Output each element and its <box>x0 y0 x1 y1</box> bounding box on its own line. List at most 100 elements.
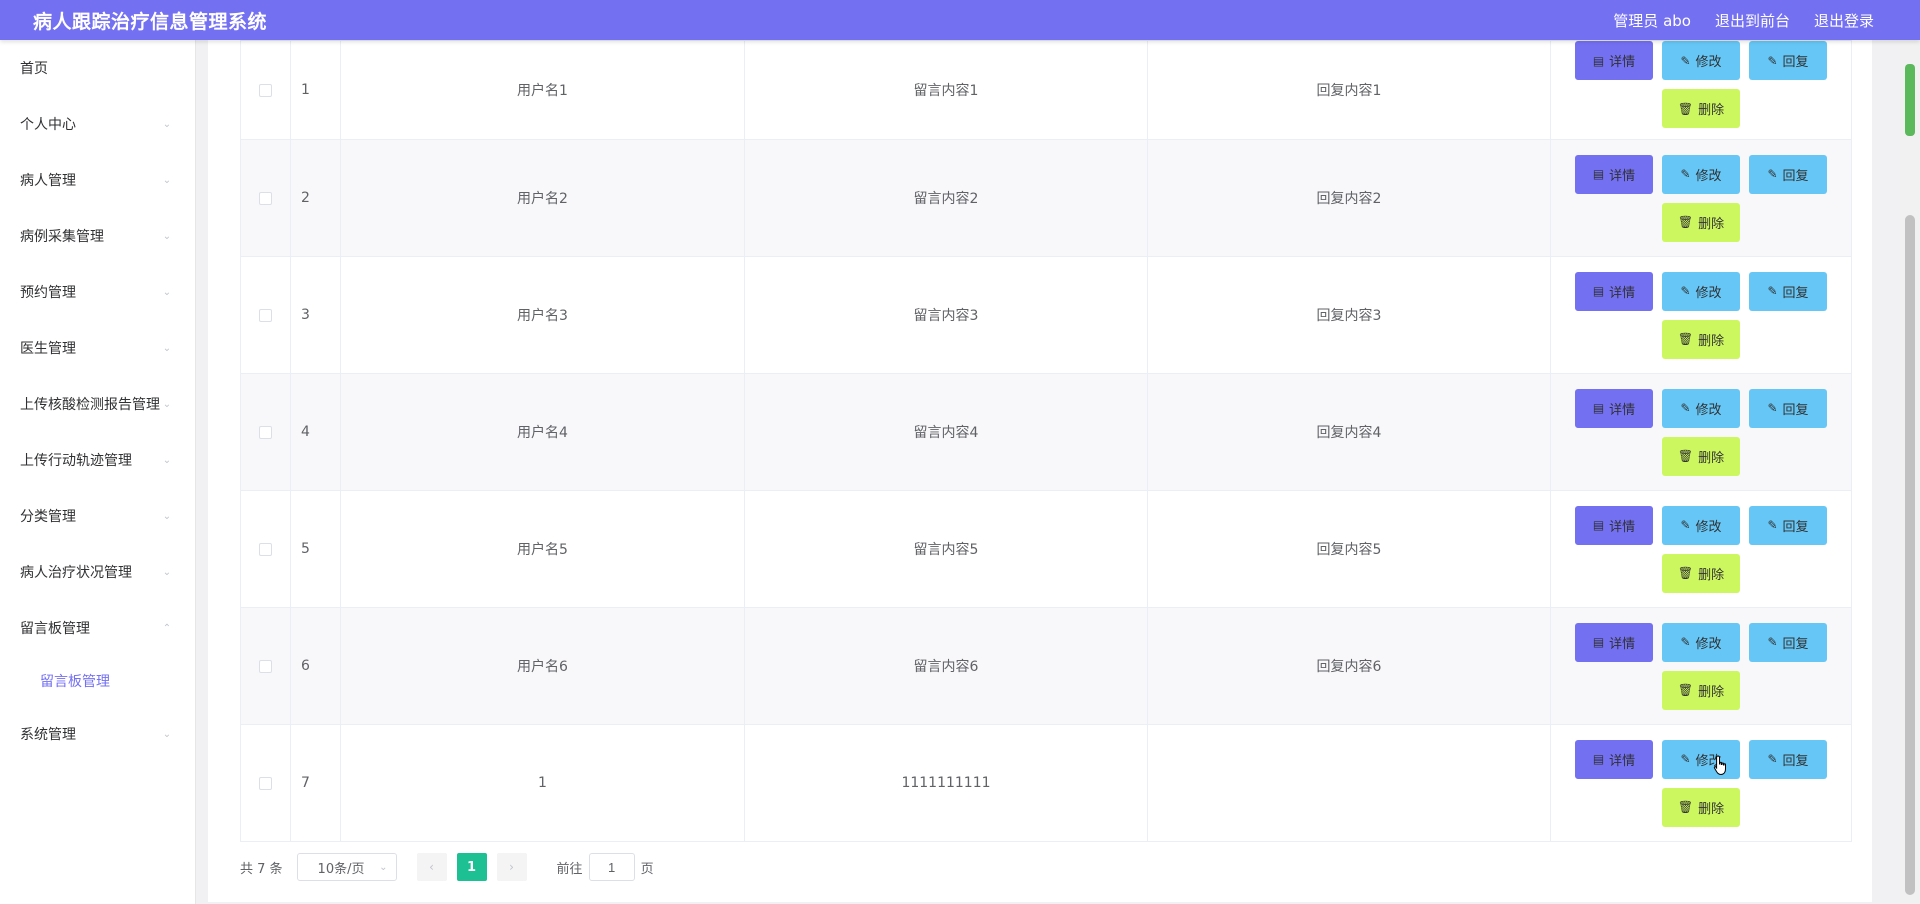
row-message: 1111111111 <box>744 724 1148 842</box>
table-row: 6 用户名6 留言内容6 回复内容6 ▤ 详情 ✎ 修改 ✎ 回复 🗑 删除 <box>240 607 1852 725</box>
sidebar-item-appointment[interactable]: 预约管理 ⌄ <box>0 264 195 320</box>
row-checkbox[interactable] <box>259 425 272 439</box>
row-checkbox[interactable] <box>259 83 272 97</box>
edit-button[interactable]: ✎ 修改 <box>1662 505 1740 545</box>
row-checkbox[interactable] <box>259 659 272 673</box>
pencil-icon: ✎ <box>1680 635 1691 649</box>
page-size-select[interactable]: 10条/页 ⌄ <box>296 853 397 881</box>
sidebar-item-category[interactable]: 分类管理 ⌄ <box>0 488 195 544</box>
row-checkbox-cell <box>240 373 291 491</box>
sidebar-item-doctor[interactable]: 医生管理 ⌄ <box>0 320 195 376</box>
detail-button[interactable]: ▤ 详情 <box>1575 505 1653 545</box>
pencil-icon: ✎ <box>1767 284 1778 298</box>
reply-button[interactable]: ✎ 回复 <box>1749 739 1827 779</box>
chevron-down-icon: ⌄ <box>162 118 172 130</box>
row-actions: ▤ 详情 ✎ 修改 ✎ 回复 🗑 删除 <box>1550 373 1852 491</box>
reply-button-label: 回复 <box>1782 55 1809 70</box>
document-icon: ▤ <box>1592 752 1605 766</box>
edit-button[interactable]: ✎ 修改 <box>1662 622 1740 662</box>
row-reply: 回复内容4 <box>1147 373 1551 491</box>
prev-page-button[interactable]: ‹ <box>416 853 447 881</box>
document-icon: ▤ <box>1592 401 1605 415</box>
row-message: 留言内容4 <box>744 373 1148 491</box>
sidebar-item-personal-center[interactable]: 个人中心 ⌄ <box>0 96 195 152</box>
detail-button-label: 详情 <box>1609 636 1636 652</box>
reply-button[interactable]: ✎ 回复 <box>1749 41 1827 80</box>
sidebar-item-home[interactable]: 首页 <box>0 40 195 96</box>
sidebar-item-treatment-status[interactable]: 病人治疗状况管理 ⌄ <box>0 544 195 600</box>
reply-button[interactable]: ✎ 回复 <box>1749 154 1827 194</box>
table-row: 3 用户名3 留言内容3 回复内容3 ▤ 详情 ✎ 修改 ✎ 回复 🗑 删除 <box>240 256 1852 374</box>
pencil-icon: ✎ <box>1767 401 1778 415</box>
page-number-1[interactable]: 1 <box>456 853 487 881</box>
delete-button[interactable]: 🗑 删除 <box>1662 787 1740 827</box>
delete-button-label: 删除 <box>1698 103 1725 118</box>
row-index: 4 <box>290 373 341 491</box>
delete-button[interactable]: 🗑 删除 <box>1662 436 1740 476</box>
sidebar-item-label: 首页 <box>20 61 48 77</box>
sidebar-item-label: 医生管理 <box>20 341 76 357</box>
delete-button[interactable]: 🗑 删除 <box>1662 670 1740 710</box>
edit-button[interactable]: ✎ 修改 <box>1662 271 1740 311</box>
reply-button-label: 回复 <box>1782 285 1809 301</box>
detail-button[interactable]: ▤ 详情 <box>1575 154 1653 194</box>
detail-button[interactable]: ▤ 详情 <box>1575 388 1653 428</box>
row-checkbox[interactable] <box>259 191 272 205</box>
logout-link[interactable]: 退出登录 <box>1814 10 1874 31</box>
row-username: 用户名1 <box>340 40 745 140</box>
delete-button[interactable]: 🗑 删除 <box>1662 202 1740 242</box>
trash-icon: 🗑 <box>1677 800 1694 814</box>
row-checkbox-cell <box>240 40 291 140</box>
page-scrollbar[interactable] <box>1900 40 1920 904</box>
delete-button-label: 删除 <box>1698 216 1725 232</box>
document-icon: ▤ <box>1592 635 1605 649</box>
reply-button[interactable]: ✎ 回复 <box>1749 388 1827 428</box>
row-reply <box>1147 724 1551 842</box>
sidebar-item-message-board[interactable]: 留言板管理 ⌃ <box>0 600 195 656</box>
sidebar-item-system[interactable]: 系统管理 ⌄ <box>0 706 195 762</box>
reply-button[interactable]: ✎ 回复 <box>1749 271 1827 311</box>
edit-button[interactable]: ✎ 修改 <box>1662 739 1740 779</box>
sidebar-item-case-collection[interactable]: 病例采集管理 ⌄ <box>0 208 195 264</box>
reply-button[interactable]: ✎ 回复 <box>1749 622 1827 662</box>
row-actions: ▤ 详情 ✎ 修改 ✎ 回复 🗑 删除 <box>1550 40 1852 140</box>
reply-button[interactable]: ✎ 回复 <box>1749 505 1827 545</box>
edit-button-label: 修改 <box>1695 285 1722 301</box>
row-checkbox-cell <box>240 256 291 374</box>
sidebar-subitem-message-board[interactable]: 留言板管理 <box>0 656 195 706</box>
detail-button[interactable]: ▤ 详情 <box>1575 739 1653 779</box>
trash-icon: 🗑 <box>1677 449 1694 463</box>
edit-button-label: 修改 <box>1695 636 1722 652</box>
row-checkbox[interactable] <box>259 776 272 790</box>
row-actions: ▤ 详情 ✎ 修改 ✎ 回复 🗑 删除 <box>1550 256 1852 374</box>
sidebar-item-nucleic-report[interactable]: 上传核酸检测报告管理 ⌄ <box>0 376 195 432</box>
sidebar-item-patient-management[interactable]: 病人管理 ⌄ <box>0 152 195 208</box>
scrollbar-thumb[interactable] <box>1905 215 1915 895</box>
detail-button-label: 详情 <box>1609 519 1636 535</box>
detail-button[interactable]: ▤ 详情 <box>1575 271 1653 311</box>
delete-button[interactable]: 🗑 删除 <box>1662 553 1740 593</box>
reply-button-label: 回复 <box>1782 636 1809 652</box>
row-checkbox[interactable] <box>259 308 272 322</box>
sidebar-item-trajectory[interactable]: 上传行动轨迹管理 ⌄ <box>0 432 195 488</box>
detail-button-label: 详情 <box>1609 753 1636 769</box>
exit-to-front-link[interactable]: 退出到前台 <box>1715 10 1790 31</box>
edit-button[interactable]: ✎ 修改 <box>1662 154 1740 194</box>
next-page-button[interactable]: › <box>496 853 527 881</box>
row-message: 留言内容3 <box>744 256 1148 374</box>
detail-button[interactable]: ▤ 详情 <box>1575 622 1653 662</box>
table-row: 1 用户名1 留言内容1 回复内容1 ▤ 详情 ✎ 修改 ✎ 回复 🗑 删除 <box>240 40 1852 140</box>
detail-button[interactable]: ▤ 详情 <box>1575 41 1653 80</box>
row-checkbox[interactable] <box>259 542 272 556</box>
edit-button-label: 修改 <box>1695 519 1722 535</box>
row-index: 1 <box>290 40 341 140</box>
delete-button[interactable]: 🗑 删除 <box>1662 89 1740 128</box>
pencil-icon: ✎ <box>1680 401 1691 415</box>
chevron-down-icon: ⌄ <box>162 230 172 242</box>
edit-button[interactable]: ✎ 修改 <box>1662 388 1740 428</box>
sidebar-item-label: 上传行动轨迹管理 <box>20 453 132 469</box>
delete-button[interactable]: 🗑 删除 <box>1662 319 1740 359</box>
row-actions: ▤ 详情 ✎ 修改 ✎ 回复 🗑 删除 <box>1550 490 1852 608</box>
goto-page-input[interactable] <box>588 853 635 881</box>
edit-button[interactable]: ✎ 修改 <box>1662 41 1740 80</box>
